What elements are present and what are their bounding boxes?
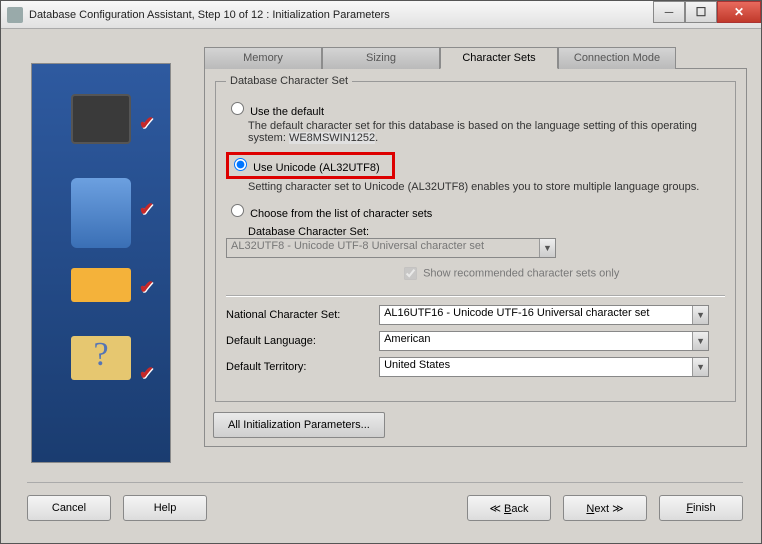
- tab-content: Database Character Set Use the default T…: [204, 68, 747, 447]
- db-charset-dropdown: AL32UTF8 - Unicode UTF-8 Universal chara…: [226, 238, 556, 258]
- radio-use-unicode[interactable]: [234, 158, 247, 171]
- default-charset-value: WE8MSWIN1252: [289, 132, 375, 144]
- tab-sizing[interactable]: Sizing: [322, 47, 440, 69]
- window-title: Database Configuration Assistant, Step 1…: [29, 9, 390, 21]
- minimize-button[interactable]: ─: [653, 1, 685, 23]
- radio-use-default[interactable]: [231, 102, 244, 115]
- radio-choose-list-label: Choose from the list of character sets: [250, 208, 432, 220]
- radio-use-unicode-label: Use Unicode (AL32UTF8): [253, 162, 386, 174]
- default-language-label: Default Language:: [226, 335, 376, 347]
- chevron-down-icon: ▼: [539, 239, 555, 257]
- national-charset-label: National Character Set:: [226, 309, 376, 321]
- titlebar: Database Configuration Assistant, Step 1…: [1, 1, 761, 29]
- show-recommended-checkbox: [404, 267, 417, 280]
- chevron-down-icon[interactable]: ▼: [692, 306, 708, 324]
- step-check-icon: ✔: [139, 277, 163, 297]
- wizard-footer: Cancel Help ≪ Back Next ≫ Finish: [27, 482, 743, 521]
- chevron-down-icon[interactable]: ▼: [692, 358, 708, 376]
- folder-question-icon: ?: [71, 336, 131, 380]
- default-language-value: American: [384, 333, 430, 345]
- blocks-icon: [71, 268, 131, 302]
- tab-memory[interactable]: Memory: [204, 47, 322, 69]
- close-button[interactable]: ✕: [717, 1, 761, 23]
- chevron-down-icon[interactable]: ▼: [692, 332, 708, 350]
- text: ext: [594, 503, 609, 515]
- database-icon: [71, 178, 131, 248]
- national-charset-dropdown[interactable]: AL16UTF16 - Unicode UTF-16 Universal cha…: [379, 305, 709, 325]
- tab-bar: Memory Sizing Character Sets Connection …: [204, 47, 747, 69]
- radio-use-default-label: Use the default: [250, 106, 324, 118]
- help-button[interactable]: Help: [123, 495, 207, 521]
- text: inish: [693, 502, 716, 514]
- desc-text: .: [375, 132, 378, 144]
- chip-icon: [71, 94, 131, 144]
- charset-fieldset: Database Character Set Use the default T…: [215, 75, 736, 402]
- use-unicode-description: Setting character set to Unicode (AL32UT…: [248, 181, 725, 193]
- default-territory-label: Default Territory:: [226, 361, 376, 373]
- next-button[interactable]: Next ≫: [563, 495, 647, 521]
- cancel-button[interactable]: Cancel: [27, 495, 111, 521]
- use-default-description: The default character set for this datab…: [248, 120, 725, 144]
- step-check-icon: ✔: [139, 363, 163, 383]
- app-icon: [7, 7, 23, 23]
- app-window: Database Configuration Assistant, Step 1…: [0, 0, 762, 544]
- national-charset-value: AL16UTF16 - Unicode UTF-16 Universal cha…: [384, 307, 649, 319]
- tab-character-sets[interactable]: Character Sets: [440, 47, 558, 69]
- separator: [226, 295, 725, 297]
- show-recommended-label: Show recommended character sets only: [423, 268, 619, 280]
- db-charset-label: Database Character Set:: [248, 226, 398, 238]
- default-language-dropdown[interactable]: American ▼: [379, 331, 709, 351]
- text: ack: [511, 503, 528, 515]
- highlight-box: Use Unicode (AL32UTF8): [226, 152, 395, 179]
- back-button[interactable]: ≪ Back: [467, 495, 551, 521]
- default-territory-value: United States: [384, 359, 450, 371]
- db-charset-value: AL32UTF8 - Unicode UTF-8 Universal chara…: [231, 240, 484, 252]
- tab-connection-mode[interactable]: Connection Mode: [558, 47, 676, 69]
- maximize-button[interactable]: ☐: [685, 1, 717, 23]
- main-panel: Memory Sizing Character Sets Connection …: [204, 47, 747, 447]
- content-area: ? ✔ ✔ ✔ ✔ Memory Sizing Character Sets C…: [9, 39, 753, 535]
- radio-choose-list[interactable]: [231, 204, 244, 217]
- finish-button[interactable]: Finish: [659, 495, 743, 521]
- all-init-params-button[interactable]: All Initialization Parameters...: [213, 412, 385, 438]
- step-check-icon: ✔: [139, 113, 163, 133]
- step-check-icon: ✔: [139, 199, 163, 219]
- default-territory-dropdown[interactable]: United States ▼: [379, 357, 709, 377]
- fieldset-legend: Database Character Set: [226, 75, 352, 87]
